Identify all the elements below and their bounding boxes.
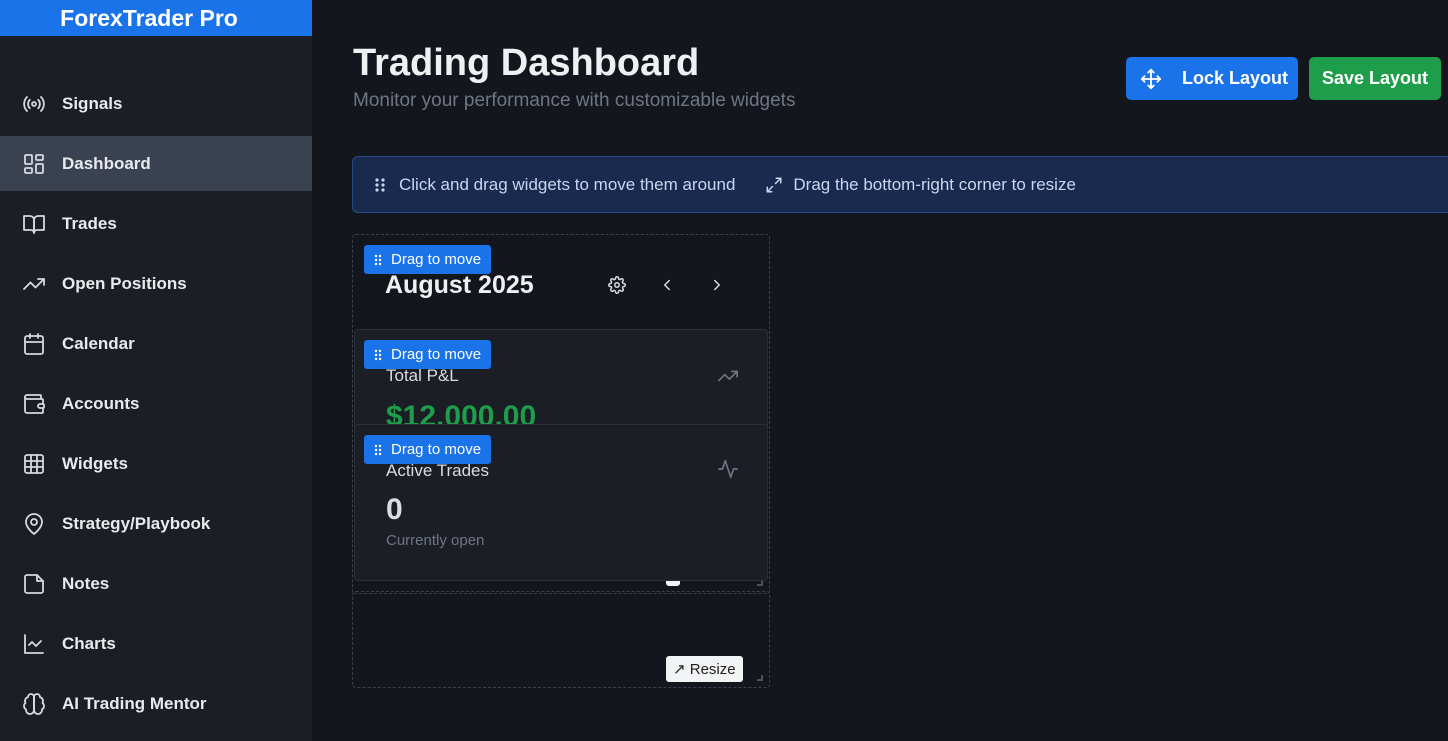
active-trades-label: Active Trades: [386, 461, 489, 480]
lock-layout-label: Lock Layout: [1182, 68, 1289, 88]
dashboard-icon: [22, 152, 46, 176]
grip-icon: [374, 349, 384, 361]
grip-icon: [374, 444, 384, 456]
pnl-label: Total P&L: [386, 366, 459, 385]
trending-up-icon: [22, 272, 46, 296]
drag-label: Drag to move: [391, 346, 482, 363]
sidebar-item-label: Calendar: [62, 333, 135, 353]
page-subtitle: Monitor your performance with customizab…: [353, 90, 796, 111]
sidebar-item-label: Strategy/Playbook: [62, 513, 211, 533]
sidebar-item-widgets[interactable]: Widgets: [0, 436, 312, 491]
sidebar-item-label: Charts: [62, 633, 116, 653]
chevron-left-icon[interactable]: [657, 275, 677, 295]
sidebar-item-notes[interactable]: Notes: [0, 556, 312, 611]
chevron-right-icon[interactable]: [707, 275, 727, 295]
app-title: ForexTrader Pro: [0, 0, 312, 36]
resize-handle[interactable]: ↗ Resize: [666, 656, 743, 682]
sidebar-item-open-positions[interactable]: Open Positions: [0, 256, 312, 311]
sidebar-item-signals[interactable]: Signals: [0, 76, 312, 131]
sidebar-nav: Signals Dashboard Trades Open Positions …: [0, 76, 312, 736]
active-trades-value: 0: [386, 493, 403, 526]
wallet-icon: [22, 392, 46, 416]
sidebar-item-strategy-playbook[interactable]: Strategy/Playbook: [0, 496, 312, 551]
sidebar-item-label: Trades: [62, 213, 117, 233]
sidebar-item-label: Widgets: [62, 453, 128, 473]
sidebar-item-label: AI Trading Mentor: [62, 693, 207, 713]
page-title: Trading Dashboard: [353, 42, 700, 84]
trending-up-icon: [717, 365, 739, 387]
gear-icon[interactable]: [607, 275, 627, 295]
signal-icon: [22, 92, 46, 116]
brain-icon: [22, 692, 46, 716]
widget-grid: ↗ Resize Drag to move August 2025 Total …: [352, 234, 770, 688]
sidebar-item-label: Dashboard: [62, 153, 151, 173]
sidebar-item-label: Accounts: [62, 393, 140, 413]
banner-drag-text: Click and drag widgets to move them arou…: [399, 174, 736, 194]
sidebar-item-charts[interactable]: Charts: [0, 616, 312, 671]
sidebar-item-calendar[interactable]: Calendar: [0, 316, 312, 371]
lock-layout-button[interactable]: Lock Layout: [1126, 57, 1298, 100]
map-pin-icon: [22, 512, 46, 536]
sidebar: ForexTrader Pro Signals Dashboard Trades…: [0, 0, 312, 741]
note-icon: [22, 572, 46, 596]
grip-icon: [374, 254, 384, 266]
sidebar-item-label: Signals: [62, 93, 123, 113]
drag-handle[interactable]: Drag to move: [364, 245, 492, 274]
banner-resize-text: Drag the bottom-right corner to resize: [793, 174, 1076, 194]
drag-label: Drag to move: [391, 251, 482, 268]
sidebar-item-accounts[interactable]: Accounts: [0, 376, 312, 431]
sidebar-item-ai-trading-mentor[interactable]: AI Trading Mentor: [0, 676, 312, 731]
chart-icon: [22, 632, 46, 656]
drag-handle[interactable]: Drag to move: [364, 340, 492, 369]
drag-label: Drag to move: [391, 441, 482, 458]
drag-handle[interactable]: Drag to move: [364, 435, 492, 464]
sidebar-item-label: Notes: [62, 573, 110, 593]
resize-corner[interactable]: [757, 675, 763, 681]
save-layout-label: Save Layout: [1321, 68, 1429, 88]
grid-icon: [22, 452, 46, 476]
move-icon: [1140, 68, 1162, 89]
calendar-icon: [22, 332, 46, 356]
sidebar-item-label: Open Positions: [62, 273, 187, 293]
sidebar-item-trades[interactable]: Trades: [0, 196, 312, 251]
sidebar-item-dashboard[interactable]: Dashboard: [0, 136, 312, 191]
save-layout-button[interactable]: Save Layout: [1309, 57, 1441, 100]
book-icon: [22, 212, 46, 236]
grip-icon: [371, 176, 389, 194]
active-trades-subtext: Currently open: [386, 532, 485, 549]
maximize-icon: [765, 176, 783, 194]
activity-icon: [717, 458, 739, 480]
info-banner: Click and drag widgets to move them arou…: [352, 156, 1448, 213]
calendar-month: August 2025: [385, 271, 534, 299]
